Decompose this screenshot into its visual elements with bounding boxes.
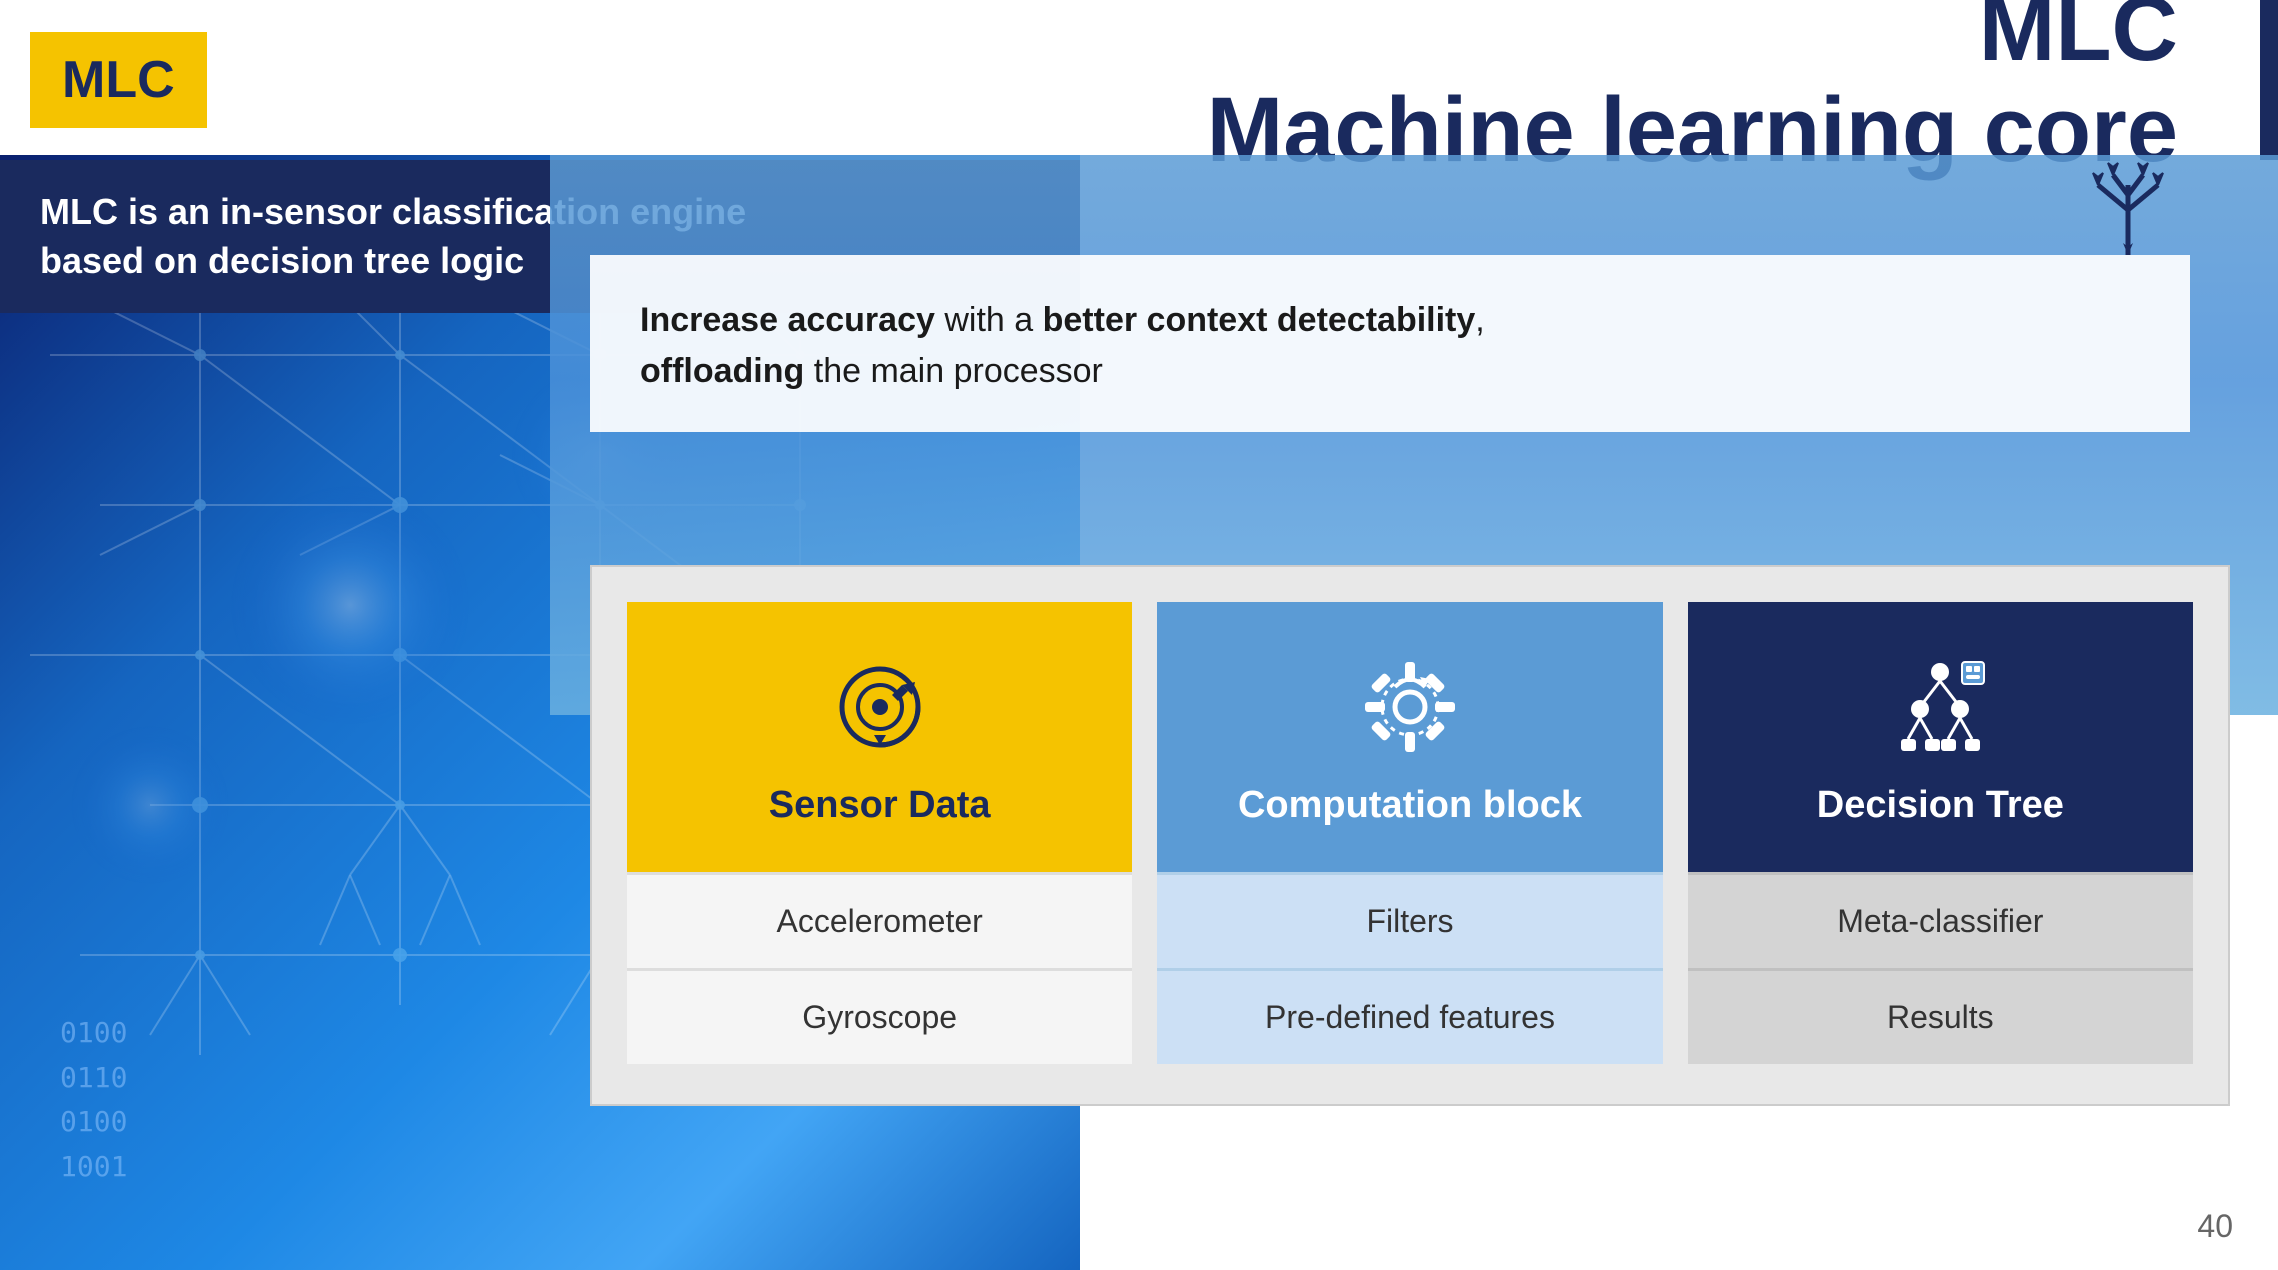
computation-block-item-0: Filters [1157,872,1662,968]
info-bold-1: Increase accuracy [640,301,935,339]
decision-tree-title: Decision Tree [1817,784,2064,827]
content-box: Sensor Data Accelerometer Gyroscope [590,565,2230,1106]
info-box: Increase accuracy with a better context … [590,255,2190,432]
info-bold-2: better context detectability [1043,301,1476,339]
computation-block-header: Computation block [1157,602,1662,872]
sensor-data-item-1: Gyroscope [627,968,1132,1064]
decision-tree-item-1: Results [1688,968,2193,1064]
info-regular-2: , [1475,301,1484,339]
computation-block-items: Filters Pre-defined features [1157,872,1662,1064]
binary-text: 0100 0110 0100 1001 [60,1011,127,1190]
sensor-data-items: Accelerometer Gyroscope [627,872,1132,1064]
header-title-area: MLC Machine learning core [207,0,2238,181]
header-title: MLC Machine learning core [207,0,2178,181]
info-bold-3: offloading [640,352,804,390]
connectivity-icon [2078,155,2198,285]
computation-block-item-1: Pre-defined features [1157,968,1662,1064]
decision-tree-header: Decision Tree [1688,602,2193,872]
header: MLC MLC Machine learning core [0,0,2278,160]
info-regular-1: with a [935,301,1043,339]
decision-tree-item-0: Meta-classifier [1688,872,2193,968]
computation-block-column: Computation block Filters Pre-defined fe… [1157,602,1662,1064]
info-regular-3: the main processor [804,352,1103,390]
columns-grid: Sensor Data Accelerometer Gyroscope [627,602,2193,1064]
decision-tree-items: Meta-classifier Results [1688,872,2193,1064]
sensor-data-title: Sensor Data [769,784,991,827]
right-border-decoration [2260,0,2278,160]
decision-tree-icon [1885,652,1995,762]
computation-block-icon [1355,652,1465,762]
sensor-data-icon [825,652,935,762]
info-text: Increase accuracy with a better context … [640,295,2140,397]
sensor-data-column: Sensor Data Accelerometer Gyroscope [627,602,1132,1064]
decision-tree-column: Decision Tree Meta-classifier Results [1688,602,2193,1064]
sensor-data-header: Sensor Data [627,602,1132,872]
page-number: 40 [2197,1208,2233,1245]
mlc-logo: MLC [30,32,207,128]
sensor-data-item-0: Accelerometer [627,872,1132,968]
computation-block-title: Computation block [1238,784,1582,827]
